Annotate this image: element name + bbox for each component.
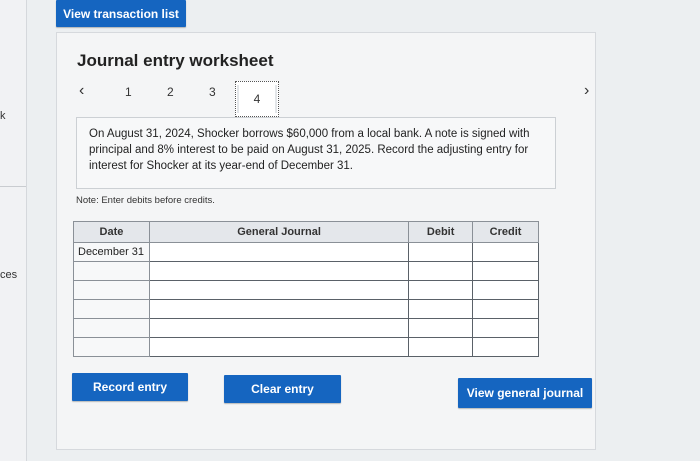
- tab-2[interactable]: 2: [167, 85, 174, 99]
- chevron-left-icon[interactable]: ‹: [79, 82, 84, 100]
- left-sidebar-strip: k ces: [0, 0, 27, 461]
- table-row: [73, 299, 539, 319]
- date-cell: [73, 280, 150, 300]
- account-select[interactable]: [148, 337, 410, 357]
- debit-input[interactable]: [408, 261, 474, 281]
- column-header-date: Date: [73, 221, 150, 243]
- debit-input[interactable]: [408, 299, 474, 319]
- journal-table: Date General Journal Debit Credit Decemb…: [73, 221, 539, 357]
- account-select[interactable]: [148, 318, 410, 338]
- table-row: [73, 318, 539, 338]
- view-general-journal-button[interactable]: View general journal: [458, 378, 592, 408]
- chevron-right-icon[interactable]: ›: [584, 82, 589, 100]
- page-title: Journal entry worksheet: [77, 51, 274, 70]
- column-header-general-journal: General Journal: [148, 221, 410, 243]
- credit-input[interactable]: [472, 337, 539, 357]
- account-select[interactable]: [148, 242, 410, 262]
- table-row: December 31: [73, 242, 539, 262]
- clear-entry-button[interactable]: Clear entry: [224, 375, 341, 403]
- tab-1[interactable]: 1: [125, 85, 132, 99]
- credit-input[interactable]: [472, 280, 539, 300]
- table-row: [73, 261, 539, 281]
- question-prompt: On August 31, 2024, Shocker borrows $60,…: [76, 117, 556, 189]
- sidebar-fragment-2: ces: [0, 269, 18, 281]
- debit-input[interactable]: [408, 242, 474, 262]
- record-entry-button[interactable]: Record entry: [72, 373, 188, 401]
- account-select[interactable]: [148, 280, 410, 300]
- credit-input[interactable]: [472, 242, 539, 262]
- table-header-row: Date General Journal Debit Credit: [73, 221, 539, 243]
- tab-3[interactable]: 3: [209, 85, 216, 99]
- view-transaction-list-button[interactable]: View transaction list: [56, 0, 186, 27]
- date-cell: [73, 299, 150, 319]
- tab-4[interactable]: 4: [235, 81, 279, 117]
- credit-input[interactable]: [472, 261, 539, 281]
- table-row: [73, 337, 539, 357]
- debit-input[interactable]: [408, 318, 474, 338]
- tab-4-label: 4: [253, 92, 261, 106]
- debit-input[interactable]: [408, 337, 474, 357]
- credit-input[interactable]: [472, 299, 539, 319]
- date-cell: [73, 261, 150, 281]
- credit-input[interactable]: [472, 318, 539, 338]
- instruction-note: Note: Enter debits before credits.: [76, 195, 215, 206]
- sidebar-divider: [0, 186, 26, 187]
- account-select[interactable]: [148, 261, 410, 281]
- sidebar-fragment-1: k: [0, 110, 6, 122]
- date-cell: December 31: [73, 242, 150, 262]
- column-header-debit: Debit: [408, 221, 474, 243]
- table-row: [73, 280, 539, 300]
- debit-input[interactable]: [408, 280, 474, 300]
- date-cell: [73, 337, 150, 357]
- account-select[interactable]: [148, 299, 410, 319]
- journal-worksheet-panel: Journal entry worksheet ‹ 1 2 3 4 › On A…: [56, 32, 596, 450]
- column-header-credit: Credit: [472, 221, 539, 243]
- date-cell: [73, 318, 150, 338]
